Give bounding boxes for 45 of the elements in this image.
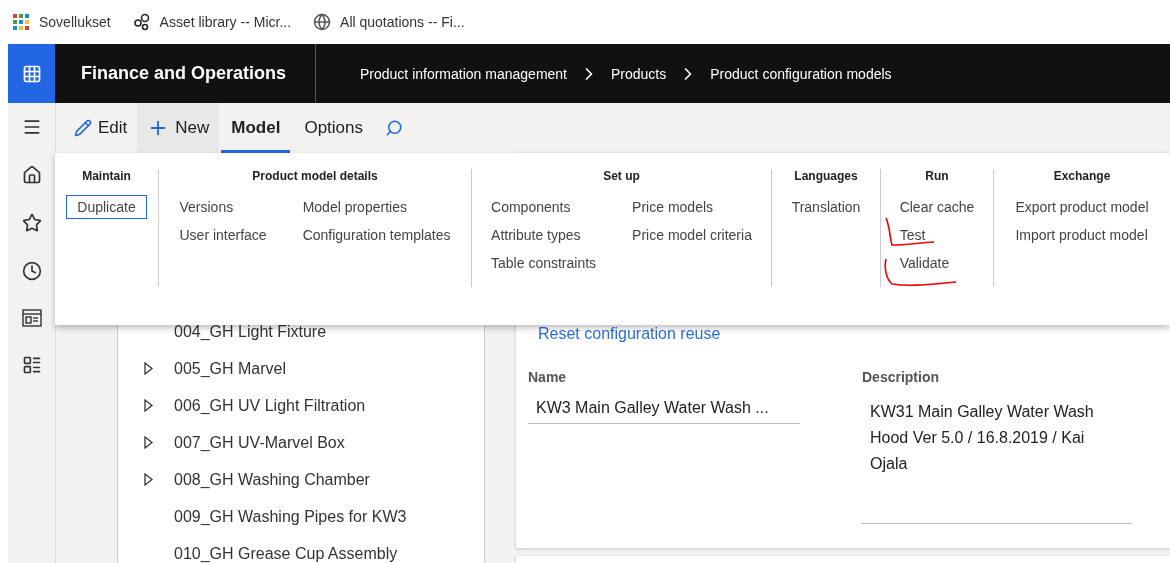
globe-icon [313, 13, 332, 31]
pen-stroke [885, 217, 935, 246]
group-title: Product model details [252, 169, 378, 183]
modules-button[interactable] [21, 355, 42, 375]
breadcrumb-link[interactable]: Product configuration models [710, 65, 892, 82]
name-field[interactable]: KW3 Main Galley Water Wash ... [528, 395, 800, 424]
edit-button[interactable]: Edit [64, 103, 138, 153]
tree-item[interactable]: 004_GH Light Fixture [174, 322, 327, 341]
breadcrumb-link[interactable]: Product information management [360, 65, 567, 82]
field-label: Description [862, 369, 940, 385]
new-button[interactable]: New [137, 103, 220, 153]
gears-icon [132, 13, 151, 31]
expand-icon[interactable] [144, 436, 153, 449]
workspace-button[interactable] [21, 309, 42, 327]
recent-button[interactable] [21, 261, 42, 281]
apps-grid-icon [12, 13, 30, 31]
bookmark-link[interactable]: All quotations -- Fi... [313, 13, 465, 31]
search-icon [385, 119, 403, 137]
field-label: Name [528, 369, 568, 385]
tree-item[interactable]: 007_GH UV-Marvel Box [174, 433, 345, 452]
tree-item[interactable]: 010_GH Grease Cup Assembly [174, 544, 398, 563]
tree-item[interactable]: 006_GH UV Light Filtration [174, 396, 366, 415]
group-title: Languages [794, 169, 858, 183]
app-launcher-button[interactable] [8, 44, 55, 103]
expand-icon[interactable] [144, 399, 153, 412]
group-title: Exchange [1053, 169, 1111, 183]
group-title: Run [925, 169, 949, 183]
tree-item[interactable]: 008_GH Washing Chamber [174, 470, 370, 489]
home-button[interactable] [21, 165, 42, 185]
group-title: Set up [603, 169, 640, 183]
ribbon-tab[interactable]: Options [294, 103, 373, 153]
bookmark-link[interactable]: Asset library -- Micr... [132, 13, 292, 31]
tree-item[interactable]: 005_GH Marvel [174, 359, 287, 378]
favorites-button[interactable] [21, 213, 42, 233]
bookmark-link[interactable]: Sovellukset [12, 13, 111, 31]
tree-item[interactable]: 009_GH Washing Pipes for KW3 [174, 507, 407, 526]
menu-item[interactable]: Duplicate [66, 195, 147, 219]
description-field[interactable]: KW31 Main Galley Water Wash Hood Ver 5.0 / 16.8.2019 / Kai Ojala [862, 395, 1132, 524]
group-title: Maintain [82, 169, 131, 183]
expand-icon[interactable] [144, 473, 153, 486]
reset-link[interactable]: Reset configuration reuse [538, 325, 721, 343]
edit-icon [74, 119, 92, 137]
breadcrumb-link[interactable]: Products [611, 65, 667, 82]
expand-icon[interactable] [144, 362, 153, 375]
grid-icon [21, 63, 42, 84]
